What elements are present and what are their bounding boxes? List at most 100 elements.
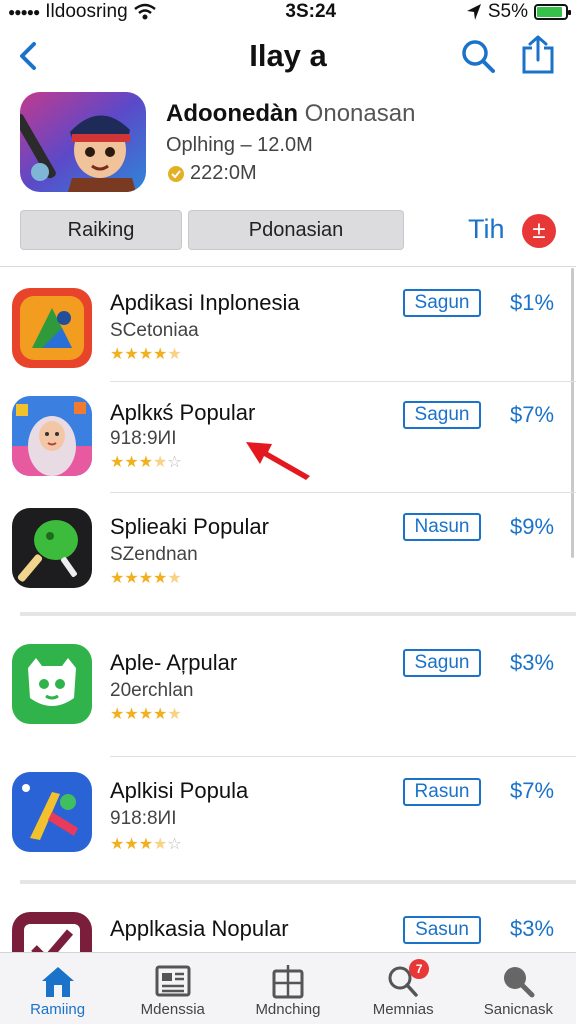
wifi-icon [133,3,156,20]
app-subtitle: SZendnan [110,544,198,565]
star-filled-icon: ★ [110,706,125,723]
get-button[interactable]: Nasun [403,513,481,541]
app-price: $7% [510,778,555,803]
star-filled-icon: ★ [110,570,125,587]
star-rating: ★★★★★ [110,344,182,364]
list-item[interactable]: Aple- Aŗpular 20erchlan ★★★★★ Sagun $3% [0,644,576,757]
app-name: Applkasia Nopular [110,916,289,941]
hero-downloads-value: 222:0M [190,162,257,184]
get-button[interactable]: Sagun [403,649,481,677]
hero-app-icon[interactable] [20,92,146,192]
app-subtitle: SCetoniaa [110,320,199,341]
star-filled-icon: ★ [124,570,139,587]
news-icon [155,965,191,997]
app-subtitle: 20erchlan [110,680,194,701]
star-filled-icon: ★ [110,346,125,363]
tab-label: Mdenssia [140,1001,205,1018]
app-name: Aplkisi Popula [110,778,249,803]
app-name: Splieaki Popular [110,514,269,539]
tab-label: Memnias [372,1001,434,1018]
hero-title-muted: Ononasan [304,100,416,127]
tab-search-nav[interactable]: Sanicnask [461,953,576,1024]
app-price: $1% [510,290,555,315]
battery-text: S5% [487,1,528,22]
carrier-label: Ildoosring [45,1,128,22]
tab-news-nav[interactable]: Mdenssia [115,953,230,1024]
add-button[interactable]: ± [522,214,556,248]
star-half-icon: ★ [167,706,182,723]
share-icon[interactable] [518,34,558,76]
app-subtitle: 918:8ИI [110,808,177,829]
app-icon-applkasia [12,912,92,952]
star-filled-icon: ★ [110,454,125,471]
star-filled-icon: ★ [153,570,168,587]
row-divider [110,381,576,382]
app-icon-spliekai [12,508,92,588]
app-name: Aple- Aŗpular [110,650,238,675]
star-filled-icon: ★ [153,346,168,363]
battery-icon [533,4,571,20]
location-arrow-icon [466,4,481,20]
get-button[interactable]: Sagun [403,289,481,317]
app-icon-indonesia [12,288,92,368]
star-half-icon: ★ [153,454,168,471]
get-button[interactable]: Rasun [403,778,481,806]
nav-bar: Ilay a [0,30,576,84]
signal-dots-icon: ●●●●● [8,5,40,19]
search-icon[interactable] [458,36,498,76]
star-filled-icon: ★ [138,706,154,723]
list-item[interactable]: Aplkisi Popula 918:8ИI ★★★★☆ Rasun $7% [0,772,576,876]
status-bar: ●●●●● Ildoosring 3S:24 S5% [0,0,576,24]
tab-label: Sanicnask [483,1001,553,1018]
star-rating: ★★★★☆ [110,834,182,854]
tab-ranking-nav[interactable]: Ramiing [0,953,115,1024]
tab-label: Ramiing [30,1001,86,1018]
star-filled-icon: ★ [153,706,168,723]
tab-ranking[interactable]: Raiking [20,210,182,250]
tab-indonesian[interactable]: Pdonasian [188,210,404,250]
hero-meta-size: Oplhing – 12.0M [166,134,313,156]
app-price: $3% [510,650,555,675]
star-filled-icon: ★ [124,454,139,471]
star-half-icon: ★ [167,346,182,363]
row-divider [110,492,576,493]
star-filled-icon: ★ [138,836,154,853]
hero-title: Adoonedàn Ononasan [166,100,415,128]
list-item[interactable]: Splieaki Popular SZendnan ★★★★★ Nasun $9… [0,508,576,612]
award-icon [168,165,184,182]
hero-meta-downloads: 222:0M [166,162,257,185]
tih-link[interactable]: Tih [468,214,505,245]
status-time: 3S:24 [285,1,337,22]
app-icon-popular [12,396,92,476]
app-price: $3% [510,916,555,941]
tab-matching-nav[interactable]: Mdnching [230,953,345,1024]
star-half-icon: ★ [153,836,168,853]
section-separator [20,880,576,884]
app-subtitle: 918:9ИI [110,428,177,449]
star-filled-icon: ★ [124,706,139,723]
tab-memnias-nav[interactable]: 7 Memnias [346,953,461,1024]
app-price: $9% [510,514,555,539]
star-rating: ★★★★★ [110,568,182,588]
list-item[interactable]: Applkasia Nopular Sasun $3% [0,912,576,952]
app-icon-aple [12,644,92,724]
hero-title-strong: Adoonedàn [166,100,298,127]
get-button[interactable]: Sagun [403,401,481,429]
star-empty-icon: ☆ [167,454,182,471]
star-half-icon: ★ [167,570,182,587]
home-icon [41,967,74,997]
row-divider [110,756,576,757]
star-filled-icon: ★ [124,346,139,363]
star-empty-icon: ☆ [167,836,182,853]
tab-bar: Ramiing Mdenssia Mdnching 7 Memnias Sani… [0,952,576,1024]
app-name: Apdikasi Inplonesia [110,290,300,315]
section-separator [20,612,576,616]
battery-level [536,7,563,17]
tab-icon-wrap: 7 [383,959,430,999]
app-name: Aplkкś Popular [110,400,256,425]
app-price: $7% [510,402,555,427]
get-button[interactable]: Sasun [403,916,481,944]
list-item[interactable]: Apdikasi Inplonesia SCetoniaa ★★★★★ Sagu… [0,286,576,382]
star-filled-icon: ★ [124,836,139,853]
header-divider [0,266,576,267]
